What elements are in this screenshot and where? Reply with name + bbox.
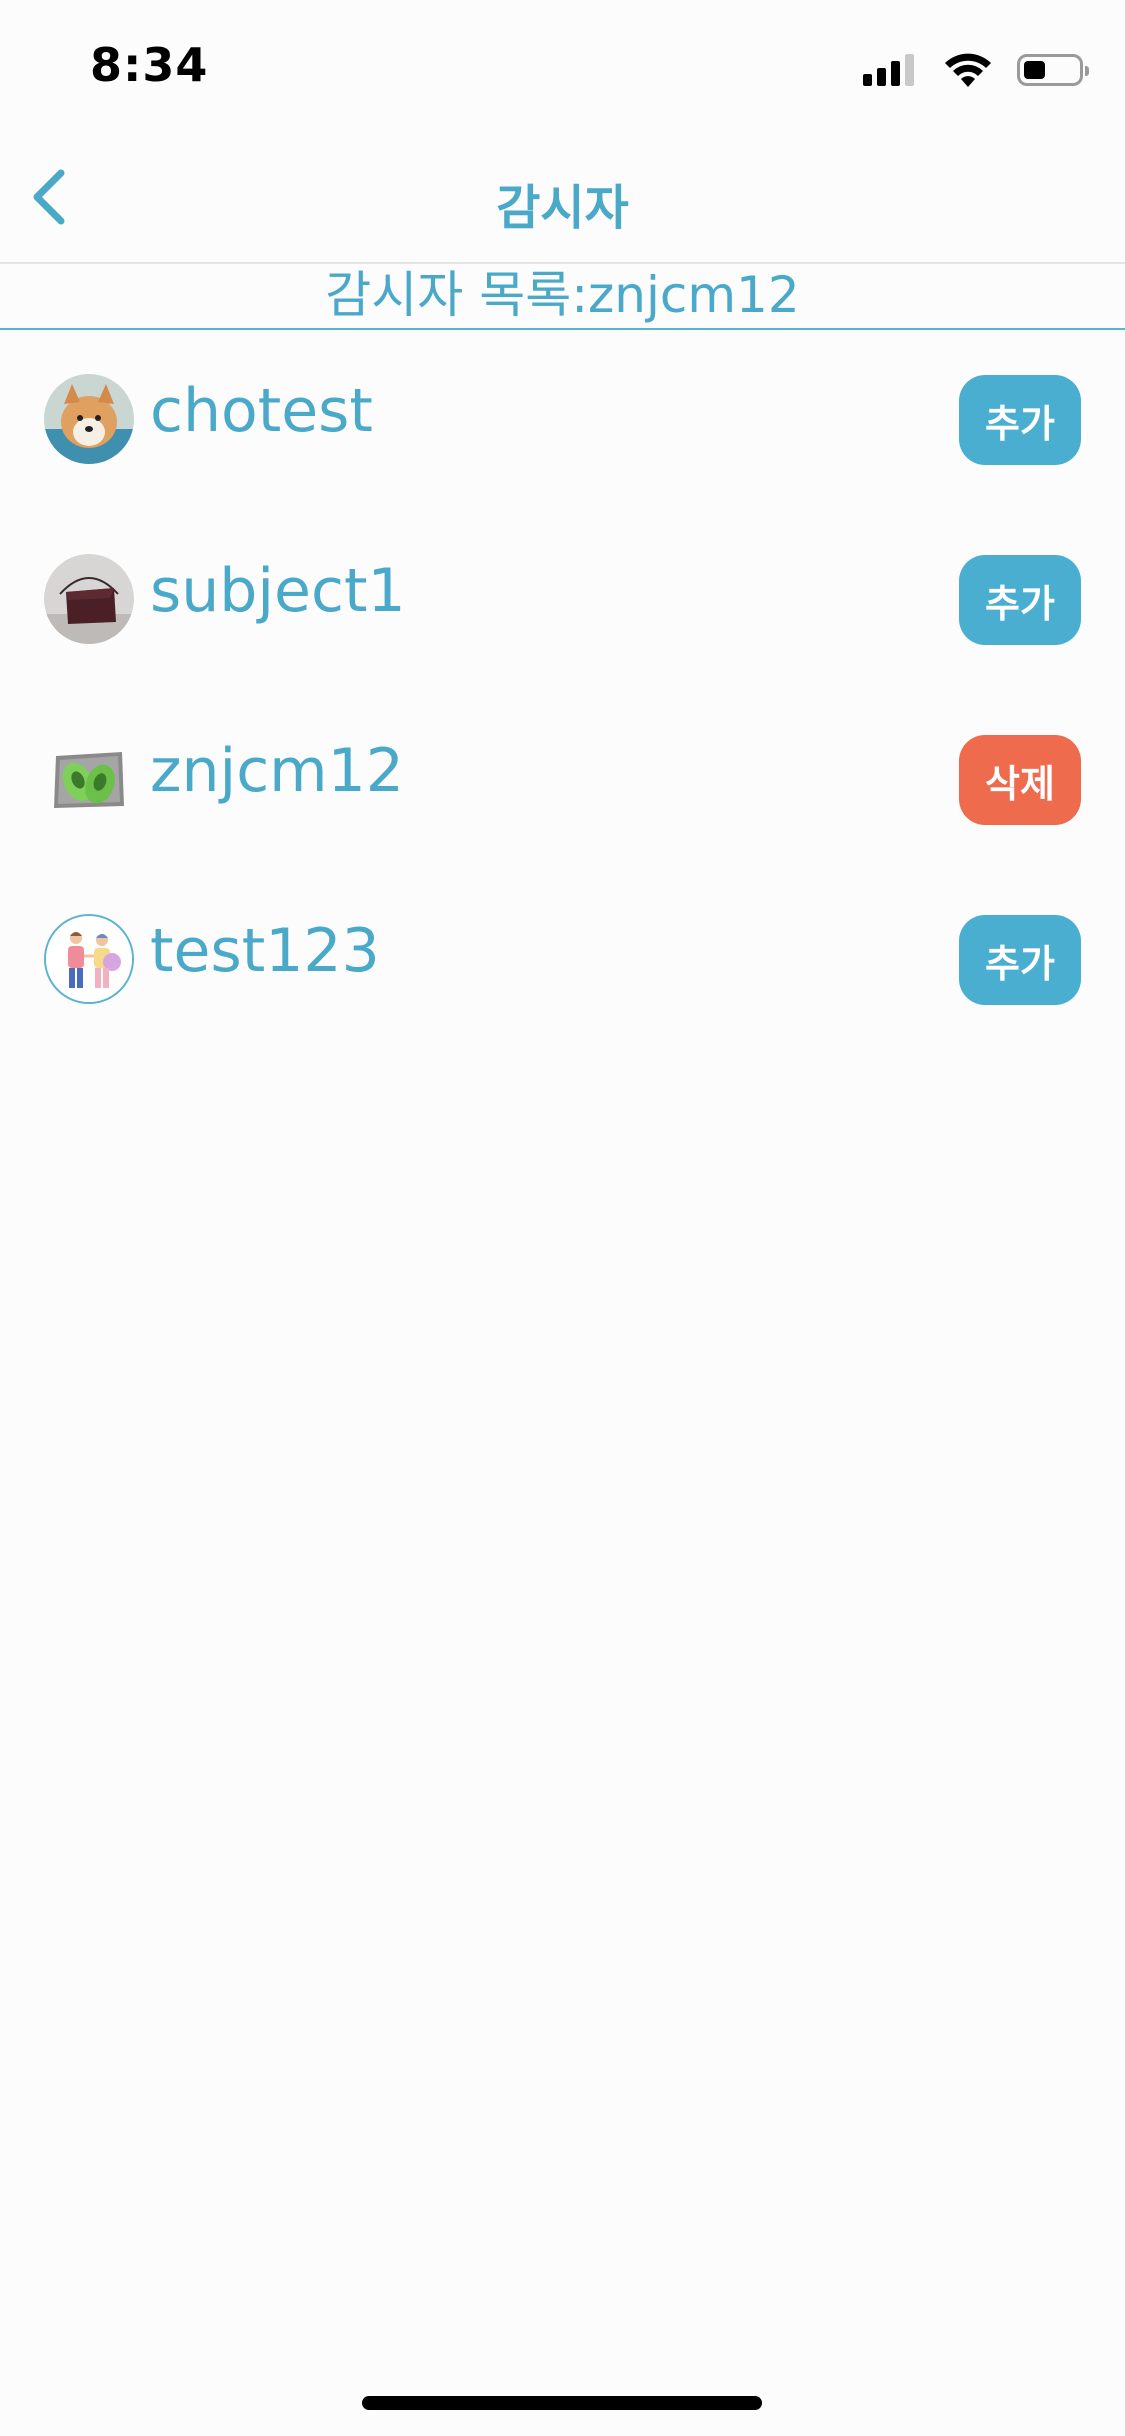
battery-icon [1017, 54, 1089, 86]
list-item: znjcm12 삭제 [0, 690, 1125, 870]
delete-button[interactable]: 삭제 [959, 735, 1081, 825]
list-header: 감시자 목록:znjcm12 [0, 264, 1125, 330]
nav-bar: 감시자 [0, 132, 1125, 264]
username: znjcm12 [150, 736, 404, 806]
add-button[interactable]: 추가 [959, 375, 1081, 465]
wifi-icon [945, 53, 991, 87]
list-item: subject1 추가 [0, 510, 1125, 690]
username: subject1 [150, 556, 406, 626]
username: test123 [150, 916, 380, 986]
status-icons [863, 50, 1089, 90]
illustration-avatar [44, 914, 134, 1004]
dog-photo-avatar [44, 374, 134, 464]
user-list: chotest 추가 subject1 추가 znjcm12 삭제 test12… [0, 330, 1125, 1050]
page-title: 감시자 [496, 180, 629, 236]
bag-photo-avatar [44, 554, 134, 644]
shoes-photo-avatar [44, 734, 134, 824]
list-item: chotest 추가 [0, 330, 1125, 510]
username: chotest [150, 376, 373, 446]
list-item: test123 추가 [0, 870, 1125, 1050]
status-time: 8:34 [90, 38, 209, 92]
home-indicator[interactable] [362, 2396, 762, 2410]
cellular-signal-icon [863, 54, 917, 86]
status-bar: 8:34 [0, 0, 1125, 132]
add-button[interactable]: 추가 [959, 915, 1081, 1005]
add-button[interactable]: 추가 [959, 555, 1081, 645]
